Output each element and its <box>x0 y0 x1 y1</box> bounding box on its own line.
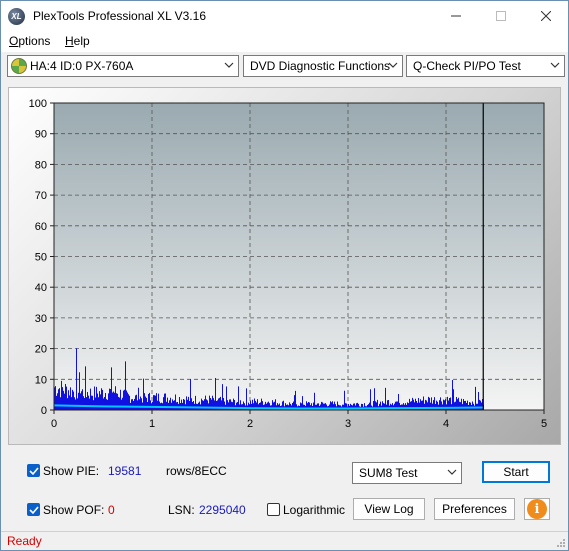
function-select[interactable]: DVD Diagnostic Functions <box>243 55 403 77</box>
minimize-icon <box>450 15 461 17</box>
show-pof-label: Show POF: <box>43 503 105 517</box>
app-logo-icon: XL <box>8 8 25 25</box>
x-tick-label: 2 <box>247 418 253 430</box>
toolbar: HA:4 ID:0 PX-760A DVD Diagnostic Functio… <box>1 52 568 80</box>
y-tick-label: 90 <box>35 129 47 141</box>
start-button[interactable]: Start <box>482 461 550 483</box>
menu-help[interactable]: Help <box>65 34 90 48</box>
logarithmic-label: Logarithmic <box>283 503 346 517</box>
checkmark-icon <box>29 467 39 476</box>
minimize-button[interactable] <box>433 1 478 31</box>
y-tick-label: 10 <box>35 374 47 386</box>
pipo-chart: 0 10 20 30 40 50 60 70 80 90 100 0 1 2 3 4 5 <box>29 98 547 430</box>
y-tick-label: 20 <box>35 344 47 356</box>
x-tick-label: 4 <box>443 418 449 430</box>
y-tick-label: 60 <box>35 221 47 233</box>
info-button[interactable]: i <box>524 498 550 520</box>
checkmark-icon <box>29 506 39 515</box>
lsn-value: 2295040 <box>199 503 246 517</box>
window-title: PlexTools Professional XL V3.16 <box>33 9 206 23</box>
y-tick-label: 80 <box>35 159 47 171</box>
logarithmic-checkbox[interactable] <box>267 503 280 516</box>
pie-unit: rows/8ECC <box>166 464 227 478</box>
chevron-down-icon <box>224 62 234 68</box>
y-tick-label: 0 <box>41 405 47 417</box>
x-tick-label: 1 <box>149 418 155 430</box>
maximize-icon <box>495 11 506 21</box>
sum-test-select[interactable]: SUM8 Test <box>352 462 462 484</box>
chevron-down-icon <box>447 469 457 475</box>
status-text: Ready <box>7 534 42 548</box>
maximize-button[interactable] <box>478 1 523 31</box>
info-icon: i <box>527 499 547 519</box>
controls-panel: Show PIE: 19581 rows/8ECC SUM8 Test Star… <box>1 451 568 531</box>
y-tick-label: 70 <box>35 190 47 202</box>
y-tick-label: 100 <box>29 98 47 110</box>
resize-grip-icon[interactable] <box>556 538 566 548</box>
close-icon <box>540 11 551 21</box>
x-tick-label: 5 <box>541 418 547 430</box>
show-pie-label: Show PIE: <box>43 464 100 478</box>
y-tick-label: 50 <box>35 252 47 264</box>
chevron-down-icon <box>388 62 398 68</box>
y-tick-label: 30 <box>35 313 47 325</box>
x-tick-label: 3 <box>345 418 351 430</box>
close-button[interactable] <box>523 1 568 31</box>
view-log-button[interactable]: View Log <box>353 498 425 520</box>
drive-icon <box>11 58 27 74</box>
sum-test-value: SUM8 Test <box>359 466 418 480</box>
y-tick-label: 40 <box>35 282 47 294</box>
title-bar: XL PlexTools Professional XL V3.16 <box>1 1 568 31</box>
show-pie-checkbox[interactable] <box>27 464 40 477</box>
pof-value: 0 <box>108 503 115 517</box>
chevron-down-icon <box>550 62 560 68</box>
test-select[interactable]: Q-Check PI/PO Test <box>406 55 565 77</box>
status-bar: Ready <box>1 531 568 550</box>
pie-value: 19581 <box>108 464 142 478</box>
menu-bar: Options Help <box>1 31 568 52</box>
chart-panel: 0 10 20 30 40 50 60 70 80 90 100 0 1 2 3 4 5 <box>8 87 561 445</box>
show-pof-checkbox[interactable] <box>27 503 40 516</box>
function-select-value: DVD Diagnostic Functions <box>250 59 391 73</box>
app-window: XL PlexTools Professional XL V3.16 Optio… <box>0 0 569 551</box>
drive-select[interactable]: HA:4 ID:0 PX-760A <box>7 55 239 77</box>
x-tick-label: 0 <box>51 418 57 430</box>
drive-select-value: HA:4 ID:0 PX-760A <box>30 59 134 73</box>
menu-options[interactable]: Options <box>9 34 50 48</box>
lsn-label: LSN: <box>168 503 195 517</box>
preferences-button[interactable]: Preferences <box>434 498 515 520</box>
test-select-value: Q-Check PI/PO Test <box>413 59 521 73</box>
